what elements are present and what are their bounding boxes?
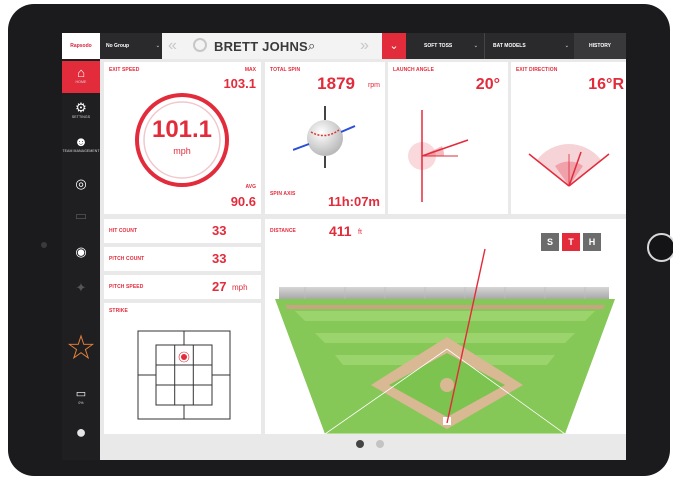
sidebar: Rapsodo ⌂ HOME ⚙ SETTINGS ☻ TEAM MANAGEM… xyxy=(62,33,100,460)
spin-axis-label: SPIN AXIS xyxy=(270,191,296,197)
baseball-spin-icon xyxy=(293,106,356,168)
chevron-down-icon: ⌄ xyxy=(473,43,478,49)
sidebar-item-video[interactable]: ▭ xyxy=(62,205,100,229)
total-spin-panel: TOTAL SPIN 1879 rpm SPIN AXIS 11h:07m xyxy=(265,62,385,214)
launch-angle-panel: LAUNCH ANGLE 20° xyxy=(388,62,508,214)
battery-status: ▭ 0% xyxy=(62,385,100,411)
player-dropdown-button[interactable]: ⌄ xyxy=(382,33,406,59)
total-spin-value: 1879 xyxy=(317,74,355,93)
chevron-down-icon: ⌄ xyxy=(564,43,569,49)
pitch-count-panel: PITCH COUNT 33 xyxy=(104,247,261,271)
team-icon: ☻ xyxy=(74,134,88,149)
spin-axis-value: 11h:07m xyxy=(327,194,380,209)
launch-angle-title: LAUNCH ANGLE xyxy=(393,67,435,73)
exit-speed-title: EXIT SPEED xyxy=(109,67,140,73)
record-icon: ◉ xyxy=(75,244,87,259)
exit-speed-panel: EXIT SPEED MAX 103.1 101.1 mph AVG 90.6 xyxy=(104,62,261,214)
exit-speed-value: 101.1 xyxy=(151,116,213,143)
exit-speed-unit: mph xyxy=(173,146,191,156)
camera-dot xyxy=(41,242,47,248)
player-name: BRETT JOHNS xyxy=(214,39,308,54)
sidebar-item-target[interactable]: ✦ xyxy=(62,277,100,301)
chevron-down-icon: ⌄ xyxy=(155,43,160,49)
pitch-speed-label: PITCH SPEED xyxy=(109,284,144,290)
sidebar-item-device[interactable]: ● xyxy=(62,419,100,449)
target-icon: ✦ xyxy=(75,280,87,295)
launch-angle-value: 20° xyxy=(475,76,500,93)
page-indicator-active[interactable] xyxy=(356,440,364,448)
total-spin-title: TOTAL SPIN xyxy=(270,67,301,73)
bat-select[interactable]: BAT MODELS ⌄ xyxy=(484,33,573,59)
camera-icon: ◎ xyxy=(75,176,87,191)
top-bar: No Group ⌄ « BRETT JOHNS ⌕ » ⌄ SOFT TOSS… xyxy=(100,33,626,59)
history-button[interactable]: HISTORY xyxy=(574,33,626,59)
avg-value: 90.6 xyxy=(230,194,256,209)
strike-zone-grid xyxy=(137,330,231,420)
battery-icon: ▭ xyxy=(75,388,87,400)
pitch-count-value: 33 xyxy=(212,251,227,266)
launch-angle-diagram xyxy=(408,110,469,202)
pitch-speed-value: 27 xyxy=(212,279,227,294)
sidebar-item-settings[interactable]: ⚙ SETTINGS xyxy=(62,97,100,125)
chevron-down-icon: ⌄ xyxy=(389,40,399,52)
home-button[interactable] xyxy=(647,233,673,262)
ballpark-field-view xyxy=(275,248,615,434)
app-screen: Rapsodo ⌂ HOME ⚙ SETTINGS ☻ TEAM MANAGEM… xyxy=(62,33,626,460)
device-icon: ● xyxy=(75,422,87,442)
view-t-button[interactable]: T xyxy=(562,233,580,251)
pitch-speed-unit: mph xyxy=(232,283,248,292)
exit-direction-title: EXIT DIRECTION xyxy=(516,67,558,73)
hit-count-label: HIT COUNT xyxy=(109,228,138,234)
sidebar-item-camera[interactable]: ◎ xyxy=(62,173,100,197)
sidebar-item-home[interactable]: ⌂ HOME xyxy=(62,61,100,93)
sidebar-item-star[interactable]: ☆ xyxy=(62,329,100,369)
max-label: MAX xyxy=(244,67,256,73)
sidebar-item-record[interactable]: ◉ xyxy=(62,241,100,265)
exit-direction-diagram xyxy=(528,144,610,187)
strike-title: STRIKE xyxy=(109,308,128,314)
pitch-count-label: PITCH COUNT xyxy=(109,256,145,262)
player-selector: « BRETT JOHNS ⌕ » xyxy=(162,33,382,59)
exit-direction-panel: EXIT DIRECTION 16°R xyxy=(511,62,626,214)
max-value: 103.1 xyxy=(223,76,256,91)
hit-count-value: 33 xyxy=(212,223,227,238)
view-s-button[interactable]: S xyxy=(541,233,559,251)
page-indicator[interactable] xyxy=(376,440,384,448)
gear-icon: ⚙ xyxy=(75,100,87,115)
avg-label: AVG xyxy=(245,184,256,190)
mode-select[interactable]: SOFT TOSS ⌄ xyxy=(418,33,482,59)
strike-zone-panel: STRIKE xyxy=(104,303,261,434)
video-icon: ▭ xyxy=(74,208,88,223)
star-icon: ☆ xyxy=(65,329,97,367)
group-select[interactable]: No Group ⌄ xyxy=(106,40,162,52)
sidebar-item-team[interactable]: ☻ TEAM MANAGEMENT xyxy=(62,131,100,161)
distance-panel: DISTANCE 411 ft S T H xyxy=(265,219,626,434)
hit-count-panel: HIT COUNT 33 xyxy=(104,219,261,243)
total-spin-unit: rpm xyxy=(367,82,380,89)
search-icon[interactable]: ⌕ xyxy=(308,38,315,54)
next-player-icon[interactable]: » xyxy=(360,37,369,55)
home-icon: ⌂ xyxy=(77,65,85,80)
logo: Rapsodo xyxy=(62,33,100,59)
prev-player-icon[interactable]: « xyxy=(168,37,177,55)
avatar-icon xyxy=(193,38,207,52)
exit-direction-value: 16°R xyxy=(588,76,624,93)
view-h-button[interactable]: H xyxy=(583,233,601,251)
pitch-speed-panel: PITCH SPEED 27 mph xyxy=(104,275,261,299)
